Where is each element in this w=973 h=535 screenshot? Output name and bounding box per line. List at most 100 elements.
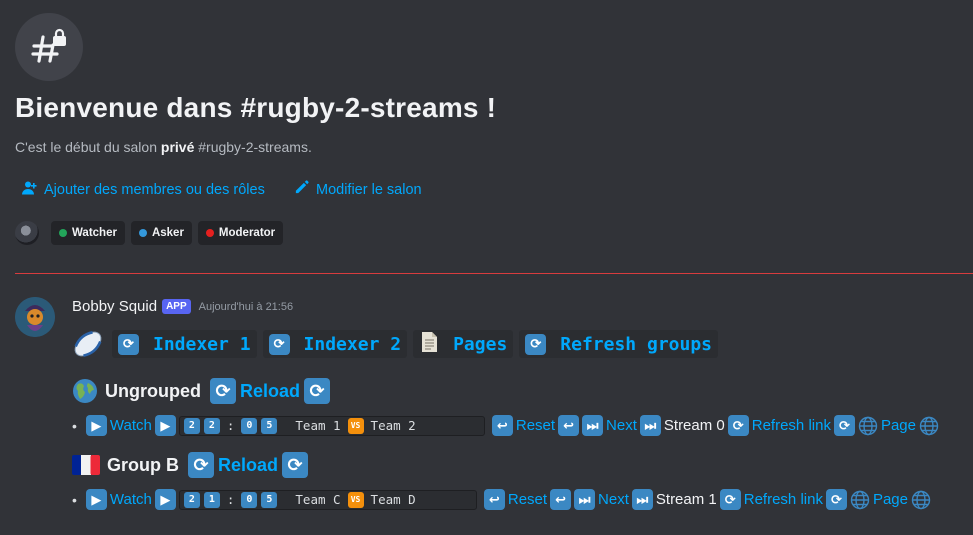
button-label: Refresh groups: [560, 333, 712, 355]
team-b: Team 2: [370, 418, 416, 433]
digit-keycap: 1: [203, 491, 220, 508]
group-header-group-b: Group B ⟳ Reload ⟳: [72, 452, 309, 478]
indexer-2-button[interactable]: ⟳ Indexer 2: [262, 330, 408, 358]
group-header-ungrouped: Ungrouped ⟳ Reload ⟳: [72, 378, 331, 404]
refresh-groups-button[interactable]: ⟳ Refresh groups: [519, 330, 718, 358]
button-label: Pages: [453, 333, 508, 355]
page-link[interactable]: Page: [873, 491, 908, 508]
refresh-icon: ⟳: [304, 378, 331, 404]
watch-link[interactable]: Watch: [110, 491, 152, 508]
indexer-1-button[interactable]: ⟳ Indexer 1: [112, 330, 257, 358]
message-timestamp: Aujourd'hui à 21:56: [198, 300, 294, 313]
list-bullet: •: [72, 417, 77, 434]
button-label: Indexer 2: [303, 333, 402, 355]
reload-link[interactable]: Reload: [240, 381, 300, 402]
role-color-dot: [205, 229, 214, 237]
welcome-subtitle: C'est le début du salon privé #rugby-2-s…: [15, 139, 312, 155]
next-track-icon: ⏭: [631, 489, 653, 510]
app-badge: APP: [162, 299, 191, 314]
refresh-link[interactable]: Refresh link: [752, 417, 831, 434]
add-member-icon: [21, 180, 37, 200]
indexer-button-row: ⟳ Indexer 1 ⟳ Indexer 2 Pages ⟳ Refresh …: [72, 328, 718, 360]
refresh-icon: ⟳: [118, 333, 139, 355]
refresh-icon: ⟳: [188, 452, 214, 478]
next-link[interactable]: Next: [606, 417, 637, 434]
subtitle-suffix: #rugby-2-streams.: [194, 139, 312, 155]
team-b: Team D: [370, 492, 416, 507]
globe-icon: [72, 378, 98, 404]
globe-with-meridians-icon: [919, 416, 939, 436]
match-info: 2 2 : 0 5 Team 1 VS Team 2: [178, 415, 485, 436]
role-color-dot: [138, 229, 147, 237]
edit-channel-label: Modifier le salon: [316, 181, 422, 198]
next-link[interactable]: Next: [598, 491, 629, 508]
role-label: Asker: [151, 227, 184, 239]
subtitle-prefix: C'est le début du salon: [15, 139, 161, 155]
page-link[interactable]: Page: [881, 417, 916, 434]
edit-channel-link[interactable]: Modifier le salon: [294, 180, 422, 199]
stream-label: Stream 0: [663, 417, 725, 434]
play-icon: ▶: [154, 415, 176, 436]
stream-row: • ▶ Watch ▶ 2 1 : 0 5 Team C VS Team D ↩…: [72, 489, 931, 510]
stream-row: • ▶ Watch ▶ 2 2 : 0 5 Team 1 VS Team 2 ↩…: [72, 415, 939, 436]
refresh-icon: ⟳: [825, 489, 847, 510]
reset-icon: ↩: [550, 489, 572, 510]
role-watcher[interactable]: Watcher: [51, 221, 125, 245]
add-members-label: Ajouter des membres ou des rôles: [44, 182, 265, 198]
digit-keycap: 5: [261, 491, 278, 508]
globe-with-meridians-icon: [858, 416, 878, 436]
play-icon: ▶: [85, 415, 107, 436]
refresh-icon: ⟳: [719, 489, 741, 510]
group-title: Ungrouped: [105, 380, 201, 401]
subtitle-bold: privé: [160, 139, 195, 155]
page-icon: [419, 331, 439, 358]
role-label: Moderator: [218, 227, 276, 239]
time-separator: :: [226, 492, 235, 507]
reset-icon: ↩: [483, 489, 505, 510]
next-track-icon: ⏭: [639, 415, 661, 436]
play-icon: ▶: [154, 489, 176, 510]
france-flag-icon: [72, 455, 100, 475]
globe-with-meridians-icon: [850, 490, 870, 510]
refresh-icon: ⟳: [210, 378, 236, 404]
role-moderator[interactable]: Moderator: [197, 221, 284, 245]
next-track-icon: ⏭: [582, 415, 604, 436]
private-channel-icon: [15, 13, 83, 81]
refresh-icon: ⟳: [268, 333, 290, 355]
reset-link[interactable]: Reset: [508, 491, 547, 508]
refresh-icon: ⟳: [525, 333, 547, 355]
rugby-ball-icon: [72, 328, 104, 360]
next-track-icon: ⏭: [574, 489, 596, 510]
reset-link[interactable]: Reset: [516, 417, 555, 434]
add-members-link[interactable]: Ajouter des membres ou des rôles: [21, 180, 265, 200]
author-name[interactable]: Bobby Squid: [72, 298, 157, 315]
digit-keycap: 2: [183, 491, 200, 508]
vs-icon: VS: [347, 491, 364, 508]
digit-keycap: 2: [203, 417, 220, 434]
reset-icon: ↩: [491, 415, 513, 436]
member-avatar[interactable]: [15, 221, 39, 245]
refresh-icon: ⟳: [727, 415, 749, 436]
globe-with-meridians-icon: [911, 490, 931, 510]
digit-keycap: 0: [241, 491, 258, 508]
reload-link[interactable]: Reload: [218, 455, 278, 476]
message-header: Bobby Squid APP Aujourd'hui à 21:56: [72, 298, 293, 315]
group-title: Group B: [107, 454, 179, 475]
button-label: Indexer 1: [153, 333, 251, 355]
team-a: Team C: [295, 492, 341, 507]
play-icon: ▶: [85, 489, 107, 510]
new-messages-divider: [15, 273, 973, 274]
watch-link[interactable]: Watch: [110, 417, 152, 434]
digit-keycap: 2: [183, 417, 200, 434]
digit-keycap: 5: [261, 417, 278, 434]
channel-roles: Watcher Asker Moderator: [15, 221, 284, 245]
role-asker[interactable]: Asker: [130, 221, 192, 245]
role-color-dot: [59, 229, 67, 237]
bot-avatar[interactable]: [15, 297, 55, 337]
role-label: Watcher: [72, 227, 117, 239]
refresh-link[interactable]: Refresh link: [744, 491, 823, 508]
list-bullet: •: [72, 491, 77, 508]
match-info: 2 1 : 0 5 Team C VS Team D: [178, 489, 477, 510]
pages-button[interactable]: Pages: [413, 330, 514, 358]
refresh-icon: ⟳: [282, 452, 309, 478]
